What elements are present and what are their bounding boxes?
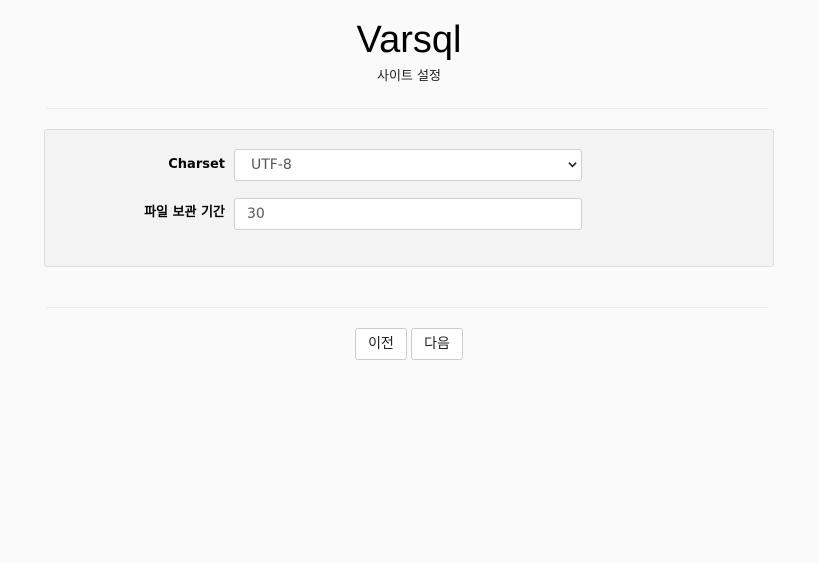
charset-label: Charset (168, 157, 225, 172)
next-button[interactable]: 다음 (411, 328, 463, 360)
footer-divider (46, 307, 768, 308)
navigation-buttons: 이전 다음 (0, 328, 818, 360)
charset-label-wrap: Charset (55, 156, 225, 174)
retention-period-input[interactable]: 30 (234, 198, 582, 230)
retention-label-wrap: 파일 보관 기간 (55, 204, 225, 222)
charset-selected-value: UTF-8 (251, 157, 292, 173)
charset-select[interactable]: UTF-8 (234, 149, 582, 181)
setup-page: Varsql 사이트 설정 Charset UTF-8 파일 보관 기간 30 … (0, 0, 818, 563)
page-subtitle: 사이트 설정 (377, 69, 441, 84)
page-title: Varsql (356, 19, 462, 61)
chevron-down-icon (568, 162, 577, 168)
settings-panel: Charset UTF-8 파일 보관 기간 30 (44, 129, 774, 267)
retention-period-value: 30 (247, 206, 265, 222)
retention-label: 파일 보관 기간 (144, 205, 225, 220)
header-divider (46, 108, 768, 109)
prev-button[interactable]: 이전 (355, 328, 407, 360)
